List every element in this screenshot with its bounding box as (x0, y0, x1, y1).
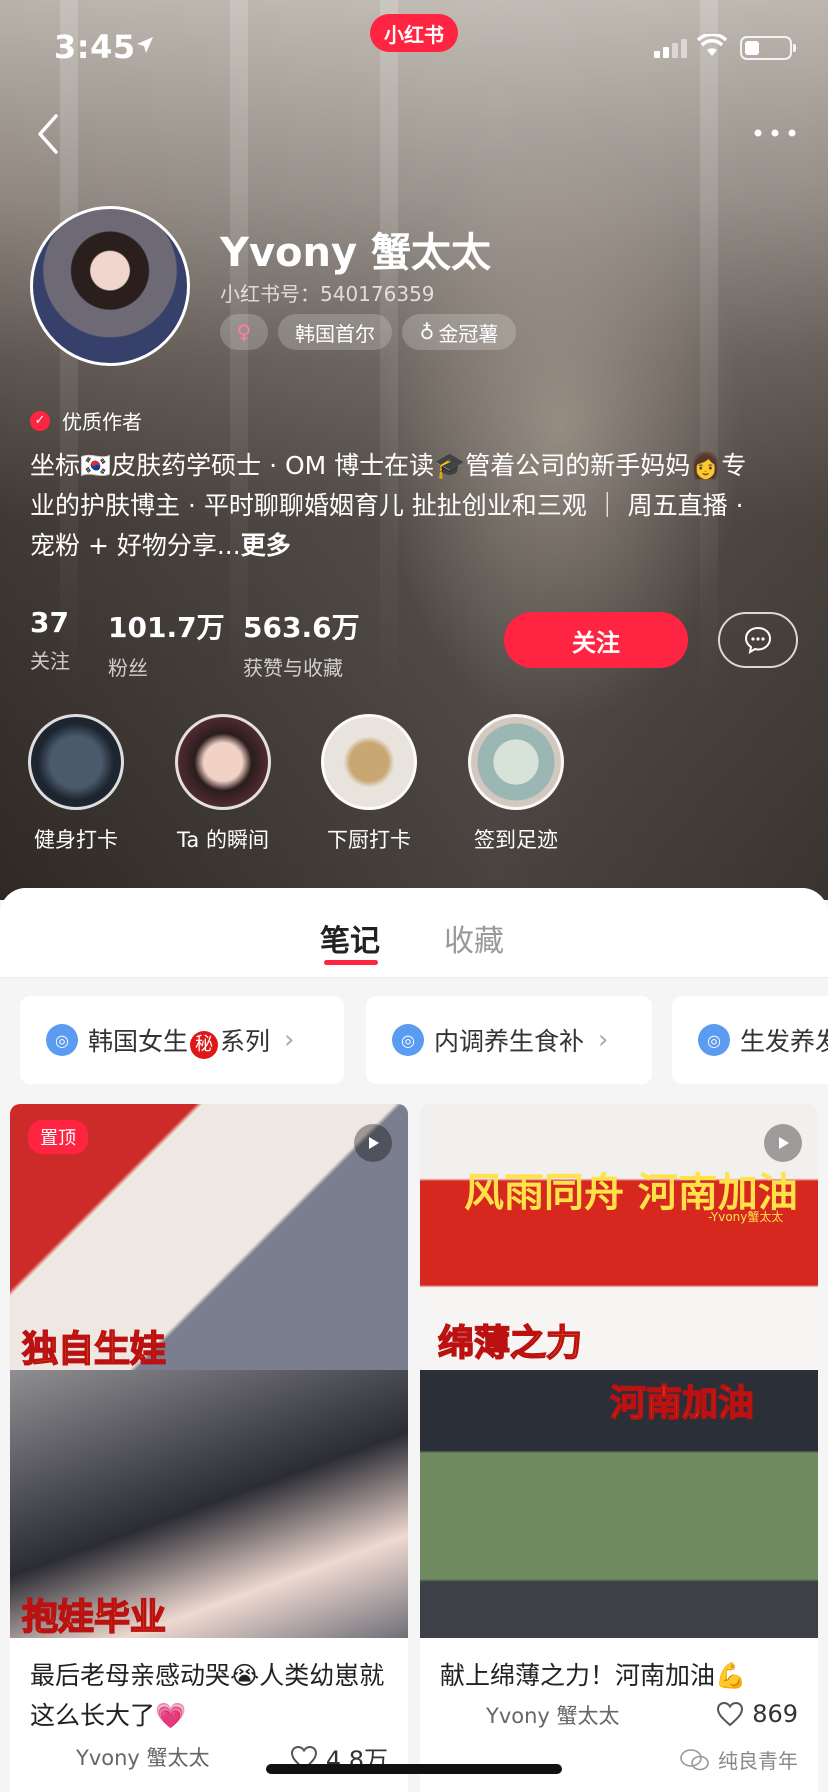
collection-label-text: 系列 (220, 1026, 271, 1056)
cover-caption: 抱娃毕业 (21, 1596, 167, 1638)
highlight-cover (28, 714, 124, 810)
collection-icon: ◎ (46, 1024, 78, 1056)
bio-line-text: 宠粉 + 好物分享... (30, 531, 241, 560)
note-author[interactable]: Yvony 蟹太太 (440, 1698, 620, 1732)
highlight-label: Ta 的瞬间 (177, 828, 269, 852)
cover-caption: 绵薄之力 (437, 1322, 583, 1365)
collection-item[interactable]: ◎ 生发养发 (672, 996, 828, 1084)
home-indicator[interactable] (266, 1764, 562, 1774)
secret-badge: 秘 (190, 1030, 219, 1059)
status-time: 3:45 (54, 28, 136, 66)
cover-caption: 河南加油 (609, 1382, 755, 1425)
like-button[interactable]: 869 (716, 1700, 798, 1728)
highlight-cover (175, 714, 271, 810)
note-author[interactable]: Yvony 蟹太太 (30, 1740, 210, 1774)
collection-label: 内调养生食补 (434, 1027, 585, 1056)
stat-label: 粉丝 (108, 656, 148, 680)
bio-line: 坐标🇰🇷皮肤药学硕士 · OM 博士在读🎓管着公司的新手妈妈👩专 (30, 451, 747, 480)
avatar[interactable] (30, 206, 190, 366)
collection-label: 生发养发 (740, 1027, 828, 1056)
quality-author-label: 优质作者 (62, 410, 142, 434)
background-curtain (700, 0, 718, 700)
bio-line: 宠粉 + 好物分享...更多 (30, 526, 800, 566)
stat-value: 563.6万 (243, 611, 360, 644)
collection-item[interactable]: ◎ 内调养生食补 › (366, 996, 652, 1084)
collection-icon: ◎ (698, 1024, 730, 1056)
chevron-right-icon: › (284, 1025, 295, 1055)
highlight-cover (468, 714, 564, 810)
stat-value: 37 (30, 606, 69, 639)
app-logo: 小红书 (370, 14, 458, 52)
level-tag-label: 金冠薯 (438, 321, 499, 346)
stat-label: 关注 (30, 649, 70, 673)
signal-icon (654, 39, 687, 58)
watermark: 纯良青年 (680, 1745, 798, 1774)
note-cover: 风雨同舟 河南加油 -Yvony蟹太太 绵薄之力 河南加油 (420, 1104, 818, 1638)
highlight-moments[interactable]: Ta 的瞬间 (173, 714, 273, 854)
collection-strip: ◎ 韩国女生秘系列 › ◎ 内调养生食补 › ◎ 生发养发 (0, 978, 828, 1088)
like-count: 869 (752, 1700, 798, 1728)
cover-banner-sub: -Yvony蟹太太 (708, 1210, 784, 1224)
medal-icon: ♁ (419, 320, 435, 344)
collection-label: 韩国女生秘系列 (88, 1022, 270, 1059)
highlight-cover (321, 714, 417, 810)
video-play-icon (354, 1124, 392, 1162)
username: Yvony 蟹太太 (220, 230, 491, 276)
bio-more-link[interactable]: 更多 (241, 531, 291, 560)
heart-icon (717, 1701, 744, 1727)
author-name: Yvony 蟹太太 (486, 1704, 620, 1728)
background-curtain (380, 0, 398, 700)
note-card[interactable]: 独自生娃 抱娃毕业 置顶 最后老母亲感动哭😭人类幼崽就这么长大了💗 Yvony … (10, 1104, 408, 1792)
tab-active-indicator (324, 960, 378, 965)
quality-author-badge[interactable]: ✓ 优质作者 (30, 406, 142, 435)
chat-bubble-icon (744, 626, 772, 655)
stat-value: 101.7万 (108, 611, 225, 644)
highlight-label: 健身打卡 (34, 828, 118, 852)
bio-line: 业的护肤博主 · 平时聊聊婚姻育儿 扯扯创业和三观 ｜ 周五直播 · (30, 491, 744, 520)
video-play-icon (764, 1124, 802, 1162)
follow-button[interactable]: 关注 (504, 612, 688, 668)
wifi-icon (697, 34, 727, 56)
watermark-text: 纯良青年 (718, 1749, 798, 1773)
collection-label-text: 韩国女生 (88, 1026, 189, 1056)
note-cover: 独自生娃 抱娃毕业 置顶 (10, 1104, 408, 1638)
note-title: 献上绵薄之力！河南加油💪 (440, 1661, 747, 1690)
location-tag: 韩国首尔 (278, 314, 392, 350)
collection-icon: ◎ (392, 1024, 424, 1056)
back-button[interactable] (30, 110, 70, 160)
battery-icon (740, 36, 796, 60)
highlight-checkin[interactable]: 签到足迹 (466, 714, 566, 854)
highlight-fitness[interactable]: 健身打卡 (26, 714, 126, 854)
cover-caption: 独自生娃 (21, 1328, 167, 1371)
bio: 坐标🇰🇷皮肤药学硕士 · OM 博士在读🎓管着公司的新手妈妈👩专 业的护肤博主 … (30, 446, 800, 566)
more-options-icon[interactable] (750, 118, 800, 148)
check-badge-icon: ✓ (30, 410, 50, 431)
author-name: Yvony 蟹太太 (76, 1746, 210, 1770)
author-avatar (30, 1740, 64, 1774)
level-tag[interactable]: ♁ 金冠薯 (402, 314, 516, 350)
tab-bar: 笔记 收藏 (0, 888, 828, 978)
stat-label: 获赞与收藏 (243, 656, 343, 680)
stat-likes-collects[interactable]: 563.6万 获赞与收藏 (243, 606, 360, 681)
highlight-label: 签到足迹 (474, 828, 558, 852)
chevron-right-icon: › (598, 1025, 609, 1055)
stat-following[interactable]: 37 关注 (30, 606, 70, 674)
highlight-label: 下厨打卡 (327, 828, 411, 852)
location-arrow-icon (137, 37, 153, 53)
highlight-cooking[interactable]: 下厨打卡 (319, 714, 419, 854)
background-curtain (230, 0, 248, 700)
gender-female-icon: ♀ (220, 314, 268, 350)
user-id[interactable]: 小红书号：540176359 (220, 278, 435, 307)
stat-followers[interactable]: 101.7万 粉丝 (108, 606, 225, 681)
tab-collect[interactable]: 收藏 (444, 916, 504, 960)
wechat-icon (680, 1748, 709, 1770)
collection-item[interactable]: ◎ 韩国女生秘系列 › (20, 996, 344, 1084)
author-avatar (440, 1698, 474, 1732)
note-card[interactable]: 风雨同舟 河南加油 -Yvony蟹太太 绵薄之力 河南加油 献上绵薄之力！河南加… (420, 1104, 818, 1792)
message-button[interactable] (718, 612, 798, 668)
note-title: 最后老母亲感动哭😭人类幼崽就这么长大了💗 (30, 1661, 385, 1730)
tab-notes[interactable]: 笔记 (320, 916, 380, 960)
pinned-badge: 置顶 (28, 1120, 88, 1154)
